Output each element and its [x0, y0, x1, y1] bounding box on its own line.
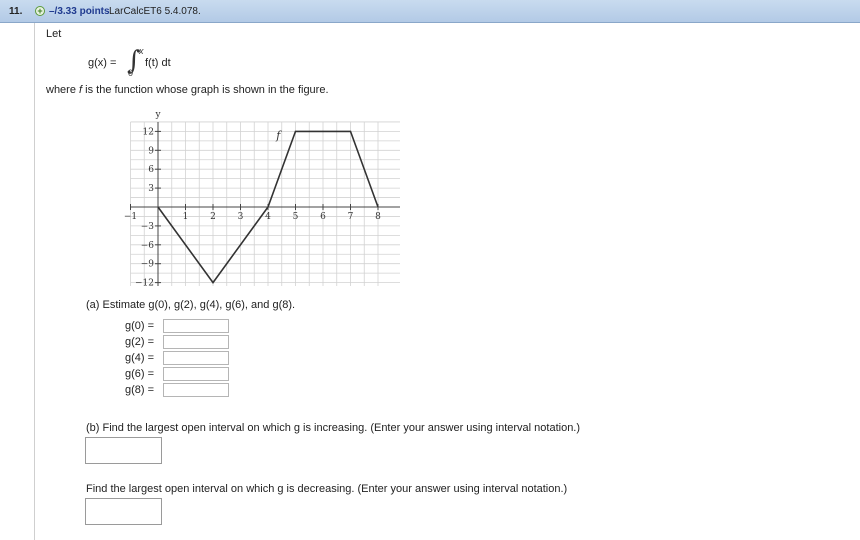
expand-plus-icon[interactable]: +: [35, 6, 45, 16]
x-tick-label: −1: [124, 212, 137, 222]
g0-input[interactable]: [163, 319, 229, 333]
g6-label: g(6) =: [125, 368, 155, 380]
g2-input[interactable]: [163, 335, 229, 349]
curve-label-f: f: [275, 129, 282, 142]
integral-lower-limit: 0: [128, 68, 134, 78]
y-tick-label: 6: [148, 165, 154, 175]
g0-label: g(0) =: [125, 320, 155, 332]
integrand: f(t) dt: [145, 57, 171, 69]
x-tick-label: 5: [293, 212, 299, 222]
points-indicator: –/3.33 points: [49, 6, 110, 17]
x-tick-label: 7: [348, 212, 354, 222]
y-tick-label: −9: [141, 260, 155, 270]
part-b-decreasing-prompt: Find the largest open interval on which …: [86, 483, 568, 495]
x-tick-label: 2: [210, 212, 216, 222]
y-tick-label: 12: [143, 127, 154, 137]
y-tick-label: −6: [141, 241, 155, 251]
g2-label: g(2) =: [125, 336, 155, 348]
x-tick-label: 8: [375, 212, 381, 222]
g-definition-lhs: g(x) =: [88, 57, 117, 69]
g6-input[interactable]: [163, 367, 229, 381]
g8-label: g(8) =: [125, 384, 155, 396]
g4-label: g(4) =: [125, 352, 155, 364]
x-tick-label: 1: [183, 212, 189, 222]
where-statement: where f is the function whose graph is s…: [46, 84, 329, 96]
x-tick-label: 3: [238, 212, 244, 222]
g8-input[interactable]: [163, 383, 229, 397]
content-divider: [34, 23, 35, 540]
integral-upper-limit: x: [139, 46, 144, 56]
increasing-interval-input[interactable]: [85, 437, 162, 464]
let-text: Let: [46, 28, 62, 40]
question-number: 11.: [9, 6, 23, 17]
y-tick-label: 3: [148, 184, 154, 194]
y-tick-label: −12: [135, 279, 154, 286]
y-axis-label: y: [154, 110, 161, 120]
where-prefix: where: [46, 84, 80, 96]
problem-source: LarCalcET6 5.4.078.: [109, 6, 201, 17]
x-tick-label: 4: [265, 212, 271, 222]
function-graph: −11234567812963−3−6−9−12ytf: [124, 110, 400, 286]
part-a-prompt: (a) Estimate g(0), g(2), g(4), g(6), and…: [86, 299, 296, 311]
where-rest: is the function whose graph is shown in …: [82, 84, 329, 96]
decreasing-interval-input[interactable]: [85, 498, 162, 525]
part-b-increasing-prompt: (b) Find the largest open interval on wh…: [86, 422, 581, 434]
y-tick-label: 9: [148, 146, 154, 156]
x-tick-label: 6: [320, 212, 326, 222]
y-tick-label: −3: [141, 222, 155, 232]
question-header: 11. + –/3.33 points LarCalcET6 5.4.078.: [0, 0, 860, 23]
g4-input[interactable]: [163, 351, 229, 365]
